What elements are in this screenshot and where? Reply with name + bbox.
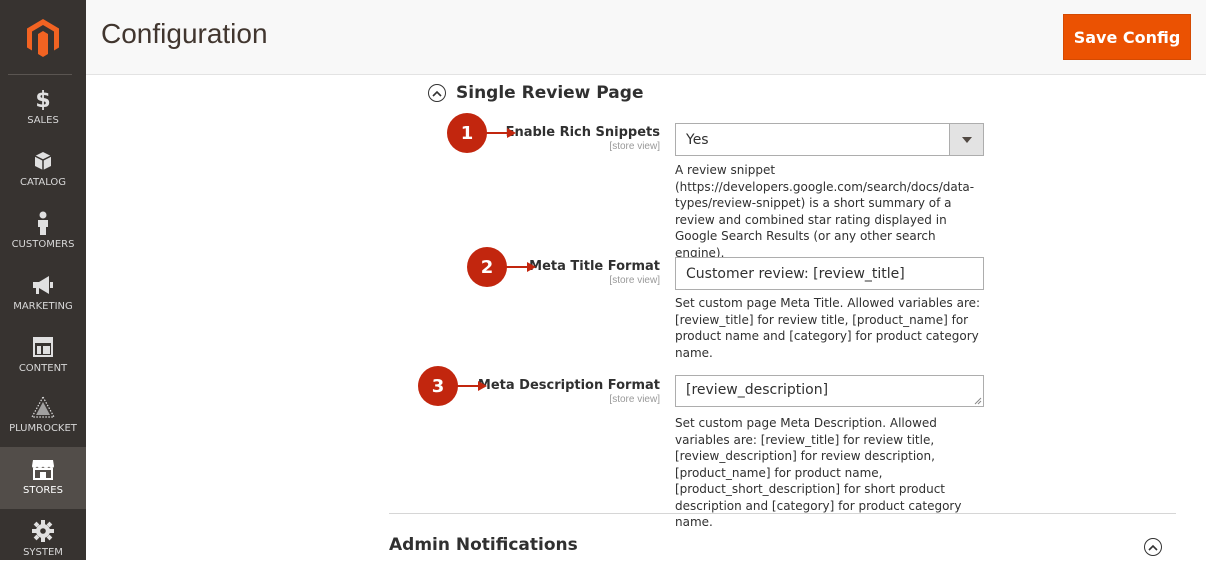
sidebar-item-marketing[interactable]: MARKETING [0,263,86,325]
megaphone-icon [31,273,55,297]
section-divider [389,513,1176,514]
callout-badge: 2 [467,247,507,287]
sidebar-item-label: SALES [27,115,59,126]
sidebar-item-label: STORES [23,485,63,496]
sidebar-item-stores[interactable]: STORES [0,447,86,509]
dollar-icon: $ [31,87,55,111]
enable-rich-snippets-select[interactable]: Yes [675,123,984,156]
sidebar-item-catalog[interactable]: CATALOG [0,139,86,201]
meta-description-format-textarea[interactable]: [review_description] [675,375,984,407]
magento-logo[interactable] [0,0,86,75]
logo-divider [8,74,72,75]
sidebar-item-customers[interactable]: CUSTOMERS [0,201,86,263]
arrow-right-icon [478,381,487,391]
callout-arrow [486,132,508,134]
field-scope: [store view] [609,141,660,152]
field-note: Set custom page Meta Title. Allowed vari… [675,296,981,360]
textarea-value: [review_description] [686,382,829,398]
sidebar-item-label: CUSTOMERS [11,239,75,250]
sidebar-item-system[interactable]: SYSTEM [0,509,86,571]
caret-down-icon [949,124,983,155]
svg-text:$: $ [35,88,50,110]
select-value: Yes [686,131,709,148]
chevron-up-icon[interactable] [1144,538,1162,556]
callout-badge: 1 [447,113,487,153]
sidebar-item-content[interactable]: CONTENT [0,325,86,387]
page-title: Configuration [101,18,268,49]
field-note: A review snippet (https://developers.goo… [675,163,975,260]
layout-icon [31,335,55,359]
store-icon [31,457,55,481]
gear-icon [31,519,55,543]
arrow-right-icon [507,128,516,138]
person-icon [31,211,55,235]
sidebar-item-label: CONTENT [18,363,68,374]
cube-icon [31,149,55,173]
sidebar-item-label: SYSTEM [23,547,63,558]
sidebar-item-label: MARKETING [13,301,73,312]
sidebar-item-sales[interactable]: $ SALES [0,77,86,139]
page-header: Configuration Save Config [86,0,1206,75]
plumrocket-icon [31,395,55,419]
field-scope: [store view] [609,275,660,286]
field-scope: [store view] [609,394,660,405]
meta-title-format-label: Meta Title Format [store view] [360,259,660,286]
section-title: Single Review Page [456,83,644,103]
field-label-text: Meta Description Format [477,378,660,393]
sidebar-item-plumrocket[interactable]: PLUMROCKET [0,385,86,447]
callout-arrow [506,266,528,268]
meta-description-format-label: Meta Description Format [store view] [360,378,660,405]
meta-title-format-input[interactable]: Customer review: [review_title] [675,257,984,290]
callout-arrow [457,385,479,387]
chevron-up-icon [428,84,446,102]
save-config-button[interactable]: Save Config [1063,14,1191,60]
section-header-single-review-page[interactable]: Single Review Page [428,82,643,104]
sidebar-item-label: CATALOG [19,177,67,188]
section-title-admin-notifications[interactable]: Admin Notifications [389,535,578,555]
admin-sidebar: $ SALES CATALOG CUSTOMERS MARKETING CONT… [0,0,86,560]
callout-badge: 3 [418,366,458,406]
sidebar-item-label: PLUMROCKET [9,423,77,434]
magento-logo-icon [27,18,59,57]
arrow-right-icon [527,262,536,272]
resize-handle-icon[interactable] [974,397,982,405]
